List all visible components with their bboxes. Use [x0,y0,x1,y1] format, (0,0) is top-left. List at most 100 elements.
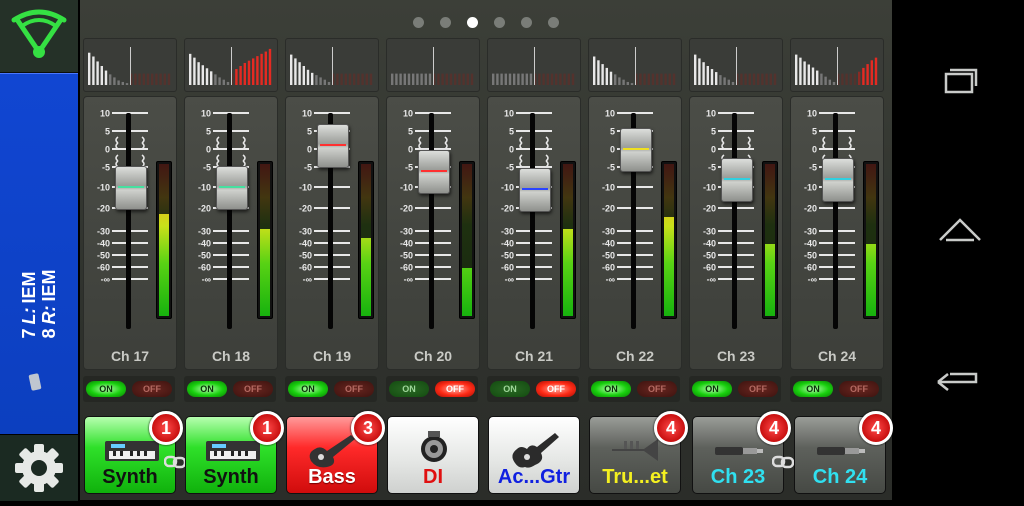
off-button[interactable]: OFF [738,381,778,397]
settings-button[interactable] [0,434,78,501]
meter-history [83,38,177,92]
scale-label: 10 [504,109,514,119]
fader-panel[interactable]: 10 5 0 -5 -10 -20 -30 -40 -50 -60 -∞ Ch 24 [790,96,884,370]
channel-name-tile[interactable]: Synth 1 [185,411,284,494]
off-button[interactable]: OFF [536,381,576,397]
channel-name: Ch 23 [710,466,766,488]
meter-bar [563,73,566,85]
page-dot[interactable] [467,17,478,29]
scale-label: -50 [198,251,211,261]
on-button[interactable]: ON [591,381,631,397]
fader-knob[interactable] [620,128,652,172]
meter-bar [458,73,461,85]
off-button[interactable]: OFF [334,381,374,397]
meter-bar [647,73,650,85]
mute-switch[interactable]: ON OFF [386,376,478,402]
page-dot[interactable] [494,17,505,29]
channel-name-tile[interactable]: Synth 1 [84,411,183,494]
meter-history [588,38,682,92]
page-dot[interactable] [440,17,451,29]
meter-bar [146,73,150,85]
off-button[interactable]: OFF [839,381,879,397]
mute-switch[interactable]: ON OFF [689,376,781,402]
fader-panel[interactable]: 10 5 0 -5 -10 -20 -30 -40 -50 -60 -∞ Ch 19 [285,96,379,370]
on-button[interactable]: ON [86,381,126,397]
meter-history [386,38,480,92]
mix-destination-1: IEM [19,271,39,304]
fader-knob[interactable] [721,158,753,202]
channel-name: Synth [102,466,158,488]
group-badge: 1 [149,411,183,445]
meter-bar [828,79,831,85]
page-dot[interactable] [413,17,424,29]
mix-number-2: 8 [39,328,59,339]
mix-destination-2: IEM [39,269,59,302]
scale-label: -10 [198,183,211,193]
fader-panel[interactable]: 10 5 0 -5 -10 -20 -30 -40 -50 -60 -∞ Ch 22 [588,96,682,370]
scale-label: -5 [708,163,716,173]
fader-knob[interactable] [519,168,551,213]
meter-bar [113,77,116,85]
page-dot[interactable] [548,17,559,29]
meter-bar [357,73,360,85]
mute-switch[interactable]: ON OFF [588,376,680,402]
back-button[interactable] [924,352,996,408]
recents-button[interactable] [924,56,996,112]
scale-label: -40 [299,239,312,249]
channel-label: Ch 20 [413,348,453,364]
channel-label: Ch 21 [514,348,554,364]
channel-name-tile[interactable]: Ch 24 4 [794,411,893,494]
fader-knob[interactable] [115,166,147,210]
fader-panel[interactable]: 10 5 0 -5 -10 -20 -30 -40 -50 -60 -∞ Ch 18 [184,96,278,370]
level-meter-fill [664,217,674,316]
fader-knob[interactable] [418,150,450,194]
meter-bar [630,83,634,85]
fader-knob[interactable] [317,124,349,169]
page-indicator[interactable] [80,14,892,32]
meter-bar [340,73,343,85]
fader-panel[interactable]: 10 5 0 -5 -10 -20 -30 -40 -50 -60 -∞ Ch 20 [386,96,480,370]
mute-switch[interactable]: ON OFF [83,376,175,402]
fader-knob[interactable] [216,166,248,210]
channel-name-tile[interactable]: DI [387,416,479,494]
gear-icon [15,444,63,492]
on-button[interactable]: ON [793,381,833,397]
mute-switch[interactable]: ON OFF [487,376,579,402]
off-button[interactable]: OFF [132,381,172,397]
meter-bar [260,53,263,85]
on-button[interactable]: ON [288,381,328,397]
scale-label: -20 [804,204,817,214]
on-button[interactable]: ON [490,381,530,397]
scale-label: -30 [804,227,817,237]
channel-name-tile[interactable]: Tru...et 4 [589,411,688,494]
scale-label: 0 [509,145,514,155]
fader-knob[interactable] [822,158,854,202]
on-button[interactable]: ON [187,381,227,397]
fader-panel[interactable]: 10 5 0 -5 -10 -20 -30 -40 -50 -60 -∞ Ch 21 [487,96,581,370]
home-button[interactable] [924,204,996,260]
on-button[interactable]: ON [389,381,429,397]
off-button[interactable]: OFF [637,381,677,397]
meter-bar [508,73,512,85]
mute-switch[interactable]: ON OFF [184,376,276,402]
meter-bar [622,79,625,85]
mix-selector[interactable]: 7L:IEM 8R:IEM [0,73,78,434]
on-button[interactable]: ON [692,381,732,397]
mute-switch[interactable]: ON OFF [790,376,882,402]
mute-switch[interactable]: ON OFF [285,376,377,402]
scale-label: -40 [703,239,716,249]
fader-panel[interactable]: 10 5 0 -5 -10 -20 -30 -40 -50 -60 -∞ Ch 17 [83,96,177,370]
meter-bar [268,48,272,85]
channel-name-tile[interactable]: Ac...Gtr [488,416,580,494]
off-button[interactable]: OFF [233,381,273,397]
scale-label: -10 [97,183,110,193]
off-button[interactable]: OFF [435,381,475,397]
wifi-status-button[interactable] [0,0,78,73]
page-dot[interactable] [521,17,532,29]
channel-name-tile[interactable]: Ch 23 4 [692,411,791,494]
fader-panel[interactable]: 10 5 0 -5 -10 -20 -30 -40 -50 -60 -∞ Ch 23 [689,96,783,370]
channel-name-tile[interactable]: Bass 3 [286,411,385,494]
meter-bar [391,73,394,85]
level-meter [560,161,576,319]
scale-label: -30 [602,227,615,237]
